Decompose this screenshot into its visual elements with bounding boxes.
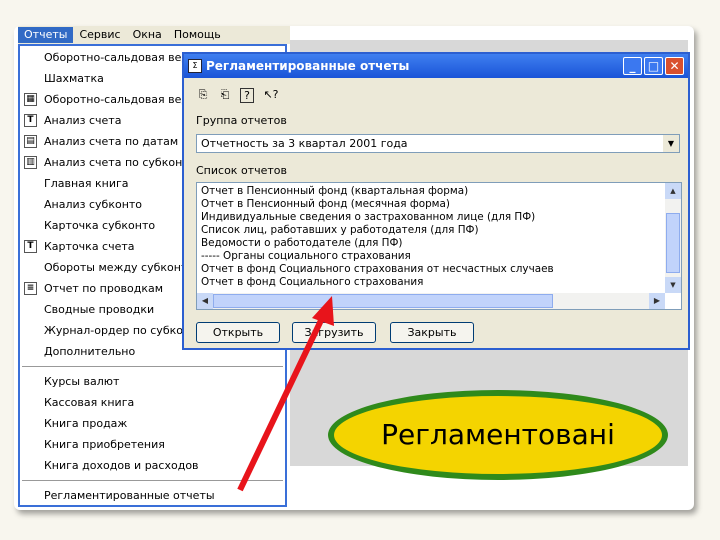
- red-arrow: [237, 296, 334, 492]
